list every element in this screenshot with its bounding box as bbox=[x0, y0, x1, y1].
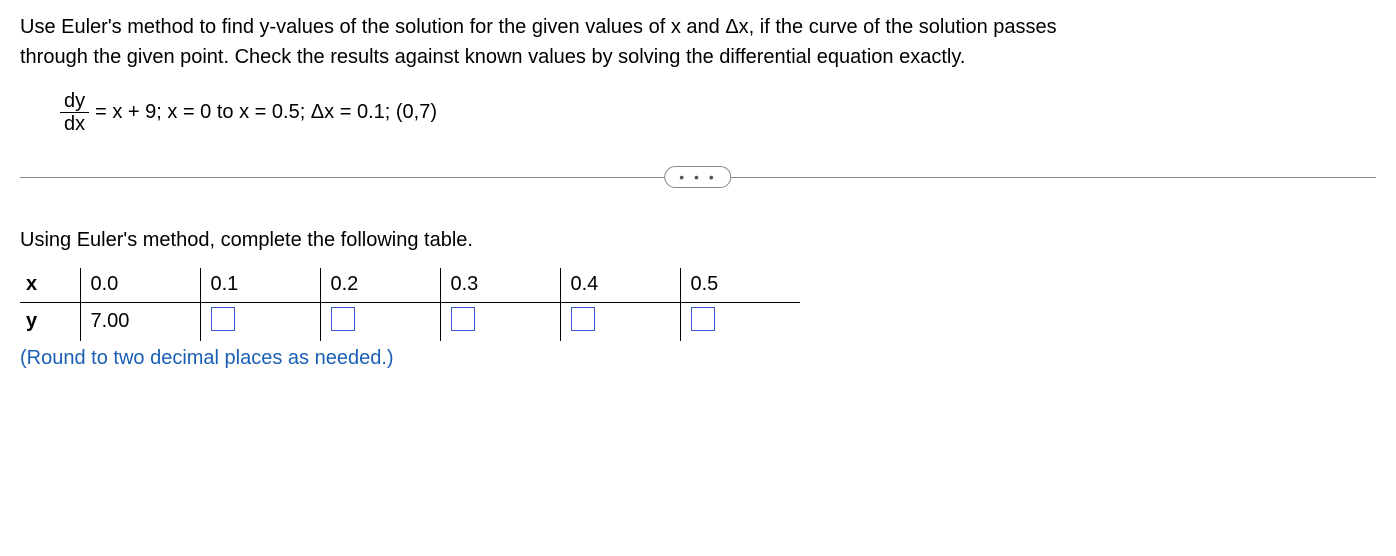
fraction-denominator: dx bbox=[60, 113, 89, 135]
dots-icon: • • • bbox=[679, 169, 716, 185]
table-row-x: x 0.0 0.1 0.2 0.3 0.4 0.5 bbox=[20, 268, 800, 302]
y-input-4[interactable] bbox=[571, 307, 595, 331]
table-instruction: Using Euler's method, complete the follo… bbox=[20, 229, 1376, 252]
x-value-4: 0.4 bbox=[560, 268, 680, 302]
y-cell-2 bbox=[320, 302, 440, 341]
section-divider: • • • bbox=[20, 165, 1376, 189]
y-label: y bbox=[20, 302, 80, 341]
y-input-3[interactable] bbox=[451, 307, 475, 331]
fraction-dy-dx: dy dx bbox=[60, 90, 89, 135]
rounding-note: (Round to two decimal places as needed.) bbox=[20, 347, 1376, 370]
fraction-numerator: dy bbox=[60, 90, 89, 113]
y-input-2[interactable] bbox=[331, 307, 355, 331]
table-row-y: y 7.00 bbox=[20, 302, 800, 341]
euler-table: x 0.0 0.1 0.2 0.3 0.4 0.5 y 7.00 bbox=[20, 268, 800, 341]
equation: dy dx = x + 9; x = 0 to x = 0.5; Δx = 0.… bbox=[60, 90, 1376, 135]
problem-line-2: through the given point. Check the resul… bbox=[20, 46, 965, 68]
problem-statement: Use Euler's method to find y-values of t… bbox=[20, 12, 1376, 72]
expand-dots-button[interactable]: • • • bbox=[664, 166, 731, 188]
y-cell-1 bbox=[200, 302, 320, 341]
x-value-3: 0.3 bbox=[440, 268, 560, 302]
x-label: x bbox=[20, 268, 80, 302]
y-value-0: 7.00 bbox=[80, 302, 200, 341]
x-value-0: 0.0 bbox=[80, 268, 200, 302]
y-cell-5 bbox=[680, 302, 800, 341]
y-cell-4 bbox=[560, 302, 680, 341]
y-input-5[interactable] bbox=[691, 307, 715, 331]
x-value-1: 0.1 bbox=[200, 268, 320, 302]
y-input-1[interactable] bbox=[211, 307, 235, 331]
equation-rest: = x + 9; x = 0 to x = 0.5; Δx = 0.1; (0,… bbox=[95, 101, 437, 124]
x-value-2: 0.2 bbox=[320, 268, 440, 302]
x-value-5: 0.5 bbox=[680, 268, 800, 302]
y-cell-3 bbox=[440, 302, 560, 341]
problem-line-1: Use Euler's method to find y-values of t… bbox=[20, 16, 1057, 38]
